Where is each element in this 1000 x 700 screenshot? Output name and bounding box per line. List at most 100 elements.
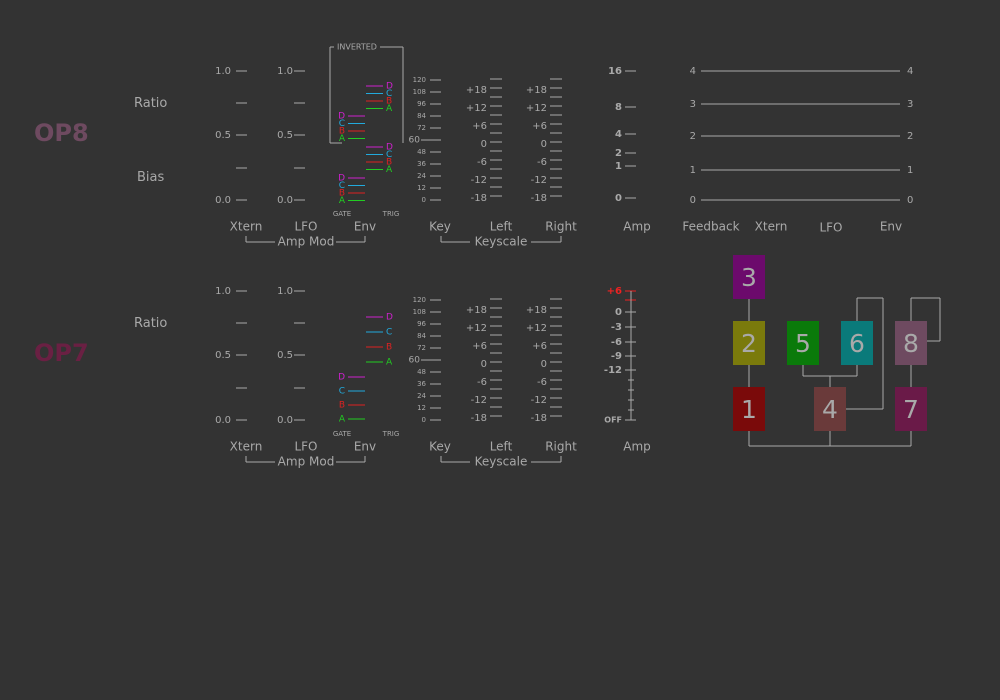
op7-title: OP7: [34, 339, 89, 367]
op8-amp-tick-label: 1: [615, 161, 622, 172]
op7-key-tick-label: 72: [417, 344, 426, 352]
op8-left-label: Left: [490, 220, 513, 234]
algorithm-op-8[interactable]: 8: [895, 321, 927, 365]
op7-left-tick-label: 0: [481, 359, 487, 370]
op8-xtern-tick-label: 0.5: [215, 130, 231, 141]
op7-key-tick-label: 96: [417, 320, 426, 328]
op8-amp-tick-label: 8: [615, 102, 622, 113]
op8-key-tick-label: 108: [413, 88, 426, 96]
op8-xtern-tick-label: 1.0: [215, 66, 231, 77]
op8-right-tick-label: -18: [531, 193, 547, 204]
op8-right-tick-label: -12: [531, 175, 547, 186]
op8-xtern-label: Xtern: [230, 220, 263, 234]
op8-feedback-tick-label: 2: [690, 131, 696, 142]
op7-amp-tick-label: -12: [604, 365, 622, 376]
op8-right-tick-label: +18: [526, 85, 547, 96]
op7-xtern-tick-label: 1.0: [215, 286, 231, 297]
op8-amp-tick-label: 16: [608, 66, 622, 77]
op7-amp-tick-label: -6: [611, 337, 622, 348]
op7-trig-label: TRIG: [382, 430, 400, 438]
op8-key-label: Key: [429, 220, 451, 234]
algorithm-op-6[interactable]: 6: [841, 321, 873, 365]
op7-trig-letter: D: [386, 313, 393, 323]
algorithm-op-7[interactable]: 7: [895, 387, 927, 431]
op7-xtern-tick-label: 0.0: [215, 415, 231, 426]
op7-lfo-label: LFO: [294, 440, 317, 454]
algorithm-op-5[interactable]: 5: [787, 321, 819, 365]
op7-gate-letter: D: [338, 373, 345, 383]
op8-feedback-tick-label: 0: [690, 195, 696, 206]
op8-left-tick-label: +18: [466, 85, 487, 96]
algorithm-op-2[interactable]: 2: [733, 321, 765, 365]
op8-left-tick-label: +6: [472, 121, 487, 132]
algorithm-op-4-label: 4: [822, 394, 838, 424]
algorithm-op-3[interactable]: 3: [733, 255, 765, 299]
op8-key-tick-label: 36: [417, 160, 426, 168]
op8-xtern2-label: Xtern: [755, 220, 788, 234]
op7-left-label: Left: [490, 440, 513, 454]
algorithm-op-2-label: 2: [741, 328, 757, 358]
op8-lfo-tick-label: 0.5: [277, 130, 293, 141]
algorithm-op-4[interactable]: 4: [814, 387, 846, 431]
op8-gate-label: GATE: [333, 210, 351, 218]
op8-amp-tick-label: 4: [615, 129, 622, 140]
op7-amp-tick-label: 0: [615, 307, 622, 318]
op8-left-tick-label: -18: [471, 193, 487, 204]
op8-lfo-label: LFO: [294, 220, 317, 234]
op7-amp-tick-label: -9: [611, 351, 622, 362]
op8-key-tick-label: 72: [417, 124, 426, 132]
op8-key-tick-label: 0: [422, 196, 426, 204]
op7-right-tick-label: -18: [531, 413, 547, 424]
op8-env-tick-label: 4: [907, 66, 913, 77]
op7-lfo-tick-label: 0.0: [277, 415, 293, 426]
op7-amp-tick-label: -3: [611, 322, 622, 333]
op7-key-tick-label: 120: [413, 296, 426, 304]
op7-gate-letter: A: [339, 415, 346, 425]
op7-left-tick-label: -12: [471, 395, 487, 406]
op8-amp-tick-label: 2: [615, 148, 622, 159]
op8-env-tick-label: 2: [907, 131, 913, 142]
algorithm-op-6-label: 6: [849, 328, 865, 358]
op8-inverted-gate-letter: A: [339, 134, 346, 144]
op8-title: OP8: [34, 119, 89, 147]
op8-amp-tick-label: 0: [615, 193, 622, 204]
op8-left-tick-label: -12: [471, 175, 487, 186]
algorithm-op-8-label: 8: [903, 328, 919, 358]
algorithm-op-1[interactable]: 1: [733, 387, 765, 431]
op7-right-tick-label: -12: [531, 395, 547, 406]
op7-amp-tick-label: +6: [607, 286, 622, 297]
op7-right-tick-label: +6: [532, 341, 547, 352]
op8-inverted-label: INVERTED: [337, 43, 377, 52]
op8-key-tick-label: 84: [417, 112, 426, 120]
op7-key-marker-label: 60: [409, 356, 421, 366]
op8-feedback-tick-label: 1: [690, 165, 696, 176]
op7-env-label: Env: [354, 440, 376, 454]
algorithm-op-5-label: 5: [795, 328, 811, 358]
op7-gate-letter: C: [339, 387, 345, 397]
op7-xtern-label: Xtern: [230, 440, 263, 454]
op7-key-label: Key: [429, 440, 451, 454]
op8-right-tick-label: 0: [541, 139, 547, 150]
op7-amp-mod-group-label: Amp Mod: [278, 455, 335, 469]
op7-left-tick-label: +12: [466, 323, 487, 334]
op8-inverted-trig-letter: A: [386, 104, 393, 114]
algorithm-op-7-label: 7: [903, 394, 919, 424]
op7-key-tick-label: 0: [422, 416, 426, 424]
op8-gate-letter: A: [339, 196, 346, 206]
op8-feedback-tick-label: 4: [690, 66, 696, 77]
op7-ratio-label: Ratio: [134, 316, 168, 331]
op8-env2-label: Env: [880, 220, 902, 234]
algorithm-op-3-label: 3: [741, 262, 757, 292]
op8-key-tick-label: 96: [417, 100, 426, 108]
op8-feedback-tick-label: 3: [690, 99, 696, 110]
op7-trig-letter: C: [386, 328, 392, 338]
op8-env-tick-label: 3: [907, 99, 913, 110]
op8-lfo-tick-label: 1.0: [277, 66, 293, 77]
op7-left-tick-label: -6: [477, 377, 487, 388]
op7-amp-label: Amp: [623, 440, 651, 454]
op8-trig-label: TRIG: [382, 210, 400, 218]
op8-trig-letter: A: [386, 165, 393, 175]
op7-right-tick-label: -6: [537, 377, 547, 388]
op7-right-tick-label: +18: [526, 305, 547, 316]
op7-key-tick-label: 108: [413, 308, 426, 316]
